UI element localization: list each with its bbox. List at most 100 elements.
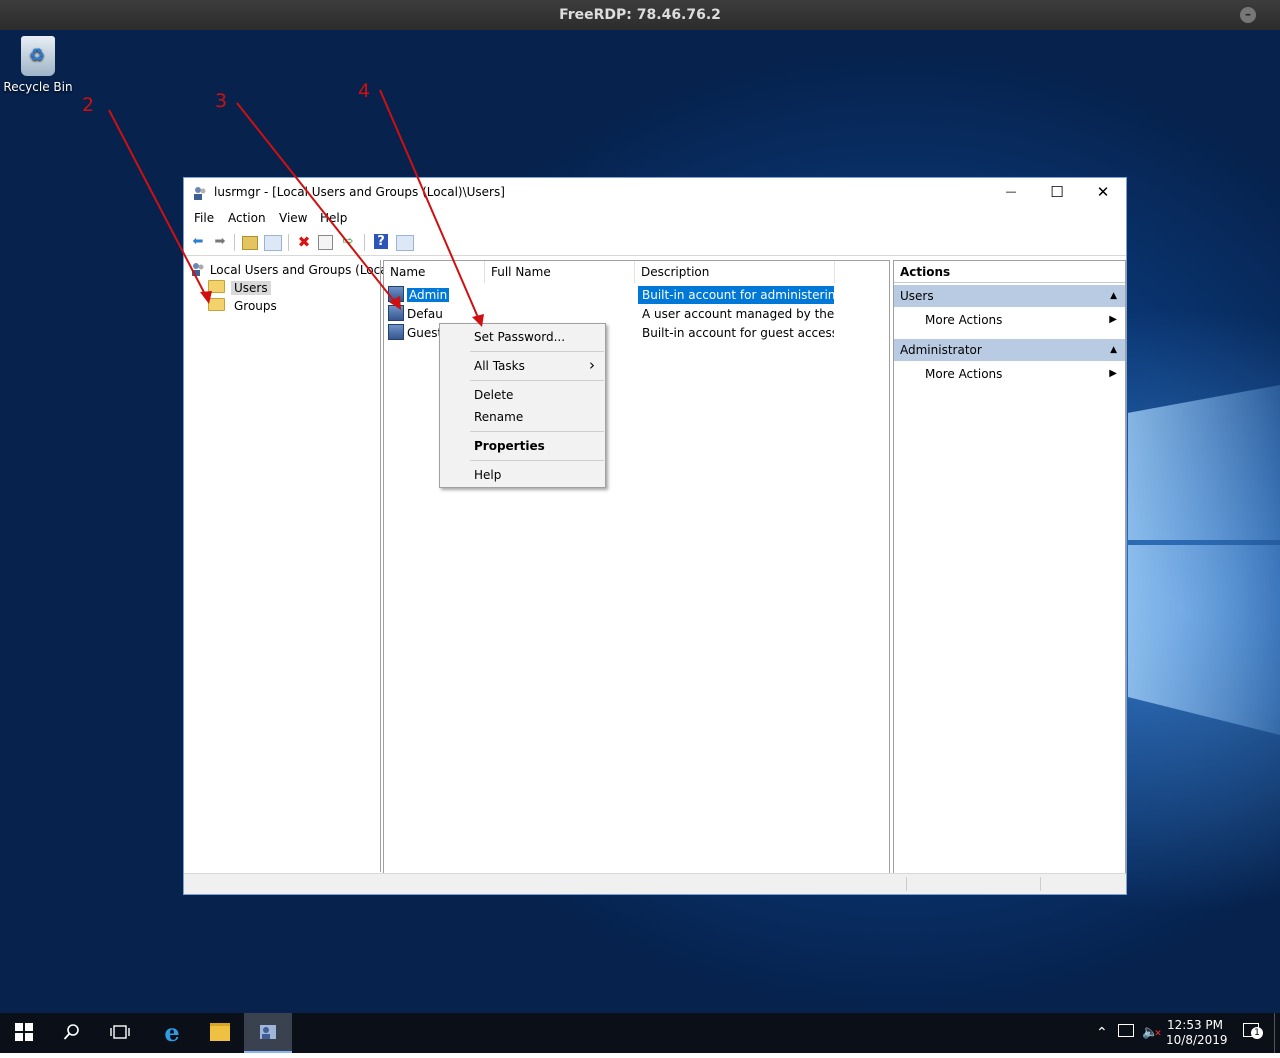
menu-bar: File Action View Help (184, 208, 1126, 228)
submenu-arrow-icon: › (589, 356, 595, 374)
show-desktop-button[interactable] (1274, 1013, 1280, 1053)
tree-item-users[interactable]: Users (208, 280, 271, 295)
maximize-button[interactable]: ☐ (1034, 178, 1080, 208)
close-button[interactable]: ✕ (1080, 178, 1126, 208)
menu-item-rename[interactable]: Rename (474, 410, 523, 424)
up-folder-icon[interactable] (242, 236, 258, 250)
context-menu: Set Password... All Tasks › Delete Renam… (439, 323, 606, 488)
delete-icon[interactable]: ✖ (296, 234, 312, 250)
actions-section-title: Users (900, 289, 934, 303)
export-list-icon[interactable]: ⇨ (340, 234, 356, 250)
windows-logo-light (1128, 545, 1280, 735)
actions-section-users[interactable]: Users ▲ (894, 285, 1125, 307)
recycle-bin-shortcut[interactable]: Recycle Bin (2, 36, 74, 94)
annotation-label: 3 (215, 90, 228, 112)
window-title: lusrmgr - [Local Users and Groups (Local… (214, 185, 505, 199)
users-app-icon (260, 1025, 276, 1039)
file-explorer-button[interactable] (196, 1013, 244, 1053)
forward-icon[interactable]: ➡ (212, 234, 228, 250)
toolbar-separator (234, 234, 235, 251)
tree-item-label: Users (231, 281, 271, 295)
show-hide-tree-icon[interactable] (264, 235, 282, 251)
collapse-icon[interactable]: ▲ (1110, 339, 1117, 361)
table-row-administrator[interactable]: Admin Built-in account for administering… (388, 286, 834, 304)
tree-item-groups[interactable]: Groups (208, 298, 280, 313)
start-button[interactable] (0, 1013, 48, 1053)
actions-header: Actions (894, 261, 1125, 283)
internet-explorer-icon: e (164, 1018, 180, 1047)
network-icon[interactable] (1118, 1013, 1134, 1053)
internet-explorer-button[interactable]: e (148, 1013, 196, 1053)
clock-time: 12:53 PM (1167, 1018, 1223, 1032)
menu-help[interactable]: Help (320, 211, 347, 225)
tree-root-label: Local Users and Groups (Local) (209, 263, 396, 277)
annotation-label: 4 (358, 80, 371, 102)
action-center-button[interactable]: 1 (1238, 1013, 1264, 1053)
menu-view[interactable]: View (279, 211, 307, 225)
tree-pane: Local Users and Groups (Local) Users Gro… (185, 260, 396, 872)
table-row-defaultaccount[interactable]: Defau A user account managed by the s... (388, 305, 834, 323)
back-icon[interactable]: ⬅ (190, 234, 206, 250)
show-hide-action-pane-icon[interactable] (396, 235, 414, 251)
user-name: Defau (407, 307, 443, 321)
tree-root[interactable]: Local Users and Groups (Local) (190, 262, 396, 277)
menu-separator (470, 351, 604, 352)
properties-icon[interactable] (318, 235, 333, 250)
user-description: Built-in account for administering... (638, 286, 834, 304)
more-actions-label: More Actions (925, 367, 1003, 381)
clock-date: 10/8/2019 (1166, 1033, 1228, 1047)
folder-icon (208, 298, 225, 311)
user-name: Guest (407, 326, 443, 340)
search-icon (63, 1024, 79, 1040)
menu-item-properties[interactable]: Properties (474, 439, 545, 453)
help-icon[interactable]: ? (374, 234, 388, 249)
user-icon (388, 305, 404, 321)
status-divider (906, 877, 907, 891)
more-actions-users[interactable]: More Actions ▶ (894, 309, 1125, 331)
lusrmgr-taskbar-button[interactable] (244, 1013, 292, 1053)
collapse-icon[interactable]: ▲ (1110, 285, 1117, 307)
rdp-minimize-button[interactable]: – (1240, 7, 1256, 23)
user-icon (388, 324, 404, 340)
column-header-description[interactable]: Description (635, 261, 835, 283)
more-actions-administrator[interactable]: More Actions ▶ (894, 363, 1125, 385)
task-view-icon (110, 1025, 130, 1039)
more-actions-label: More Actions (925, 313, 1003, 327)
user-description: A user account managed by the s... (642, 307, 834, 321)
toolbar: ⬅ ➡ ✖ ⇨ ? (184, 230, 1126, 256)
windows-logo-light (1128, 385, 1280, 540)
status-bar (184, 873, 1126, 894)
column-header-name[interactable]: Name (384, 261, 485, 283)
toolbar-separator (364, 234, 365, 251)
actions-pane: Actions Users ▲ More Actions ▶ Administr… (893, 260, 1126, 874)
user-name: Admin (407, 288, 450, 302)
menu-separator (470, 380, 604, 381)
menu-item-set-password[interactable]: Set Password... (474, 330, 565, 344)
annotation-label: 2 (82, 94, 95, 116)
file-explorer-icon (210, 1023, 230, 1041)
status-divider (1040, 877, 1041, 891)
window-titlebar: lusrmgr - [Local Users and Groups (Local… (184, 178, 1126, 208)
menu-action[interactable]: Action (228, 211, 266, 225)
search-button[interactable] (48, 1013, 96, 1053)
windows-start-icon (15, 1023, 33, 1041)
user-description: Built-in account for guest access t... (642, 326, 834, 340)
actions-section-administrator[interactable]: Administrator ▲ (894, 339, 1125, 361)
taskbar: e ⌃ 🔈✕ 12:53 PM 10/8/2019 1 (0, 1013, 1280, 1053)
task-view-button[interactable] (96, 1013, 144, 1053)
tree-item-label: Groups (234, 299, 277, 313)
folder-icon (208, 280, 225, 293)
menu-item-help[interactable]: Help (474, 468, 501, 482)
menu-file[interactable]: File (194, 211, 214, 225)
column-header-full-name[interactable]: Full Name (485, 261, 635, 283)
notification-count-badge: 1 (1251, 1027, 1263, 1039)
user-icon (388, 286, 404, 302)
menu-item-all-tasks[interactable]: All Tasks (474, 359, 525, 373)
minimize-button[interactable]: — (988, 178, 1034, 208)
actions-section-title: Administrator (900, 343, 982, 357)
menu-item-delete[interactable]: Delete (474, 388, 513, 402)
show-hidden-icons[interactable]: ⌃ (1096, 1013, 1108, 1053)
clock[interactable]: 12:53 PM 10/8/2019 (1166, 1013, 1228, 1058)
menu-separator (470, 460, 604, 461)
volume-muted-icon[interactable]: 🔈✕ (1142, 1013, 1166, 1053)
